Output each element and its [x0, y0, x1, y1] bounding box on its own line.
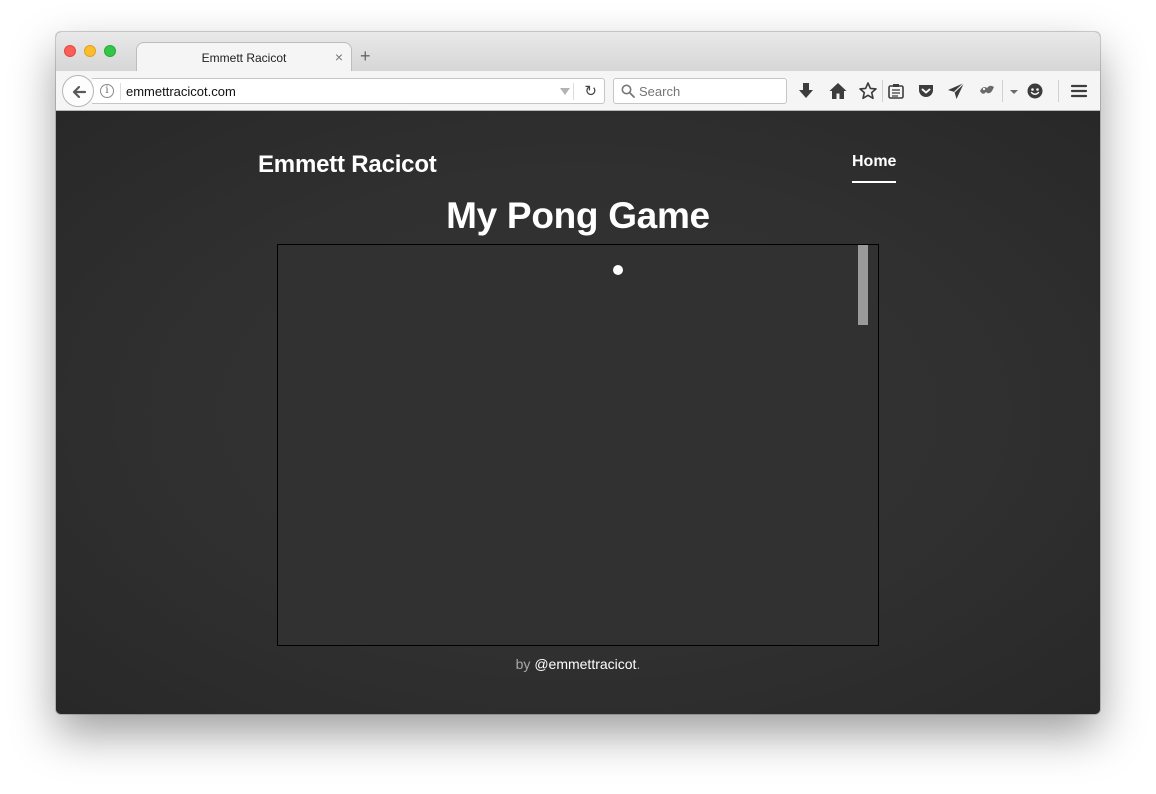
- hamburger-menu-icon[interactable]: [1069, 81, 1089, 101]
- footer-handle-link[interactable]: @emmettracicot: [534, 656, 636, 672]
- back-arrow-icon: [72, 85, 87, 99]
- tab-strip: Emmett Racicot × +: [56, 32, 1100, 72]
- zoom-window-button[interactable]: [104, 45, 116, 57]
- page-content: Emmett Racicot Home My Pong Game by @emm…: [56, 111, 1100, 714]
- search-input[interactable]: [639, 83, 779, 100]
- extension-icon[interactable]: [977, 81, 997, 101]
- url-history-dropdown-icon[interactable]: [560, 88, 570, 95]
- back-button[interactable]: [62, 75, 94, 107]
- navigation-toolbar: i emmettracicot.com ↻: [56, 71, 1100, 111]
- download-icon[interactable]: [796, 81, 816, 101]
- url-text[interactable]: emmettracicot.com: [126, 84, 236, 99]
- url-divider-right: [573, 83, 574, 100]
- url-bar[interactable]: i emmettracicot.com ↻: [92, 78, 605, 104]
- site-info-icon[interactable]: i: [100, 84, 114, 98]
- nav-home-link[interactable]: Home: [852, 153, 897, 183]
- site-title[interactable]: Emmett Racicot: [258, 151, 437, 179]
- reading-list-icon[interactable]: [886, 81, 906, 101]
- page-footer: by @emmettracicot.: [56, 656, 1100, 672]
- bookmark-star-icon[interactable]: [858, 81, 878, 101]
- toolbar-divider: [882, 80, 883, 102]
- pong-game-canvas[interactable]: [277, 244, 879, 646]
- menu-dropdown-icon[interactable]: [1004, 81, 1024, 101]
- tab-close-icon[interactable]: ×: [335, 49, 343, 65]
- tab-title: Emmett Racicot: [201, 51, 287, 65]
- url-divider: [120, 83, 121, 100]
- pong-paddle: [858, 245, 868, 325]
- new-tab-button[interactable]: +: [360, 46, 371, 66]
- home-icon[interactable]: [828, 81, 848, 101]
- page-heading: My Pong Game: [446, 195, 710, 236]
- browser-window: Emmett Racicot × + i emmettracicot.com ↻: [56, 32, 1100, 714]
- close-window-button[interactable]: [64, 45, 76, 57]
- search-bar[interactable]: [613, 78, 787, 104]
- reload-icon[interactable]: ↻: [584, 83, 597, 101]
- pocket-icon[interactable]: [916, 81, 936, 101]
- toolbar-divider: [1058, 80, 1059, 102]
- footer-by-text: by: [515, 656, 535, 672]
- search-icon: [621, 84, 635, 98]
- browser-tab[interactable]: Emmett Racicot ×: [136, 42, 352, 72]
- send-tab-icon[interactable]: [946, 81, 966, 101]
- toolbar-divider: [1002, 80, 1003, 102]
- pong-ball: [613, 265, 623, 275]
- minimize-window-button[interactable]: [84, 45, 96, 57]
- emoji-icon[interactable]: [1025, 81, 1045, 101]
- footer-period: .: [636, 656, 641, 672]
